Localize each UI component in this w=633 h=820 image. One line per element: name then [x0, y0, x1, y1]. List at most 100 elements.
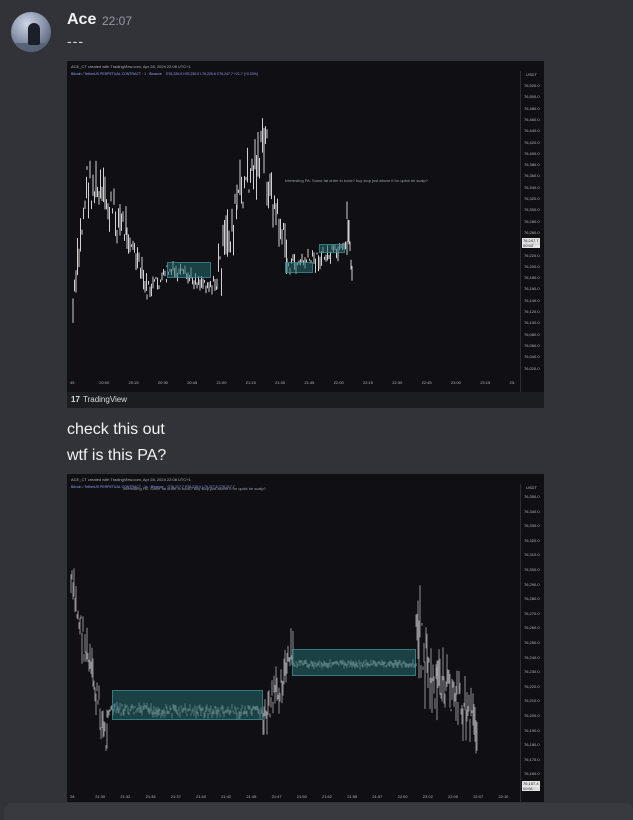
time-tick: 21:57	[372, 794, 383, 799]
price-tick: 76,300.0	[524, 567, 540, 572]
time-tick: 21:42	[221, 794, 232, 799]
message-line: wtf is this PA?	[67, 447, 167, 464]
time-tick: 22:30	[392, 380, 403, 385]
price-tick: 76,300.0	[524, 207, 540, 213]
price-tick: 76,260.0	[524, 229, 540, 235]
price-tick: 76,040.0	[524, 354, 540, 360]
price-tick: 76,140.0	[524, 297, 540, 303]
price-tick: 76,460.0	[524, 116, 540, 122]
tradingview-logo-icon: 17	[71, 395, 80, 404]
price-tick: 76,270.0	[524, 610, 540, 616]
time-tick: 45	[70, 380, 75, 385]
liquidity-zone	[167, 262, 211, 278]
message-timestamp[interactable]: 22:07	[102, 14, 132, 28]
time-tick: 23:00	[450, 380, 461, 385]
time-tick: 22:15	[363, 380, 374, 385]
price-tick: 76,180.0	[524, 742, 540, 748]
time-tick: 21:37	[170, 794, 181, 799]
time-tick: 23:15	[480, 380, 491, 385]
message-text-divider: ---	[67, 33, 84, 49]
price-tick: 76,200.0	[524, 263, 540, 269]
candles-layer	[72, 118, 353, 323]
price-tick: 76,220.0	[524, 252, 540, 258]
time-tick: 22:05	[448, 794, 459, 799]
price-tick: 76,480.0	[524, 105, 540, 111]
time-tick: 21:52	[322, 794, 333, 799]
time-tick: 21:45	[304, 380, 315, 385]
message-line: check this out	[67, 421, 165, 438]
price-tick: 76,280.0	[524, 218, 540, 224]
time-tick: 23:	[509, 380, 516, 385]
time-tick: 21:50	[296, 794, 307, 799]
price-tick: 76,400.0	[524, 150, 540, 156]
time-tick: 22:00	[333, 380, 344, 385]
price-tick: 76,150.0	[524, 786, 540, 791]
time-tick: 20:30	[157, 380, 168, 385]
chart-image-1[interactable]: ACE_CT created with TradingView.com, Apr…	[67, 61, 544, 392]
price-tick: 76,250.0	[524, 640, 540, 645]
liquidity-zone	[112, 690, 263, 720]
time-tick: 21:30	[275, 380, 286, 385]
tradingview-brand: TradingView	[83, 395, 128, 404]
candles-layer	[70, 568, 478, 754]
time-tick: 20:15	[128, 380, 139, 385]
time-tick: 21:45	[246, 794, 257, 799]
chart-annotation: Interesting PA. Some fat order in book? …	[285, 178, 428, 183]
price-tick: 76,100.0	[524, 320, 540, 326]
message-composer[interactable]	[4, 803, 633, 820]
price-tick: 76,280.0	[524, 596, 540, 602]
time-tick: 21:00	[216, 380, 227, 385]
price-tick: 76,320.0	[524, 537, 540, 543]
price-tick: 76,120.0	[524, 309, 540, 314]
liquidity-zone	[285, 262, 313, 273]
time-tick: 22:10	[498, 794, 509, 799]
price-tick: 76,190.0	[524, 727, 540, 733]
price-tick: 76,220.0	[524, 683, 540, 689]
chat-message: Ace 22:07 --- ACE_CT created with Tradin…	[0, 0, 633, 820]
price-tick: 76,380.0	[524, 162, 540, 168]
avatar-figure	[28, 23, 40, 45]
time-tick: 21:15	[245, 380, 256, 385]
time-tick: 28	[70, 794, 75, 799]
user-avatar[interactable]	[11, 12, 51, 52]
price-tick: 76,240.0	[524, 241, 540, 247]
price-tick: 76,320.0	[524, 196, 540, 201]
price-tick: 76,520.0	[524, 83, 540, 88]
chart-image-2[interactable]: ACE_CT created with TradingView.com, Apr…	[67, 474, 544, 802]
time-tick: 21:30	[95, 794, 106, 799]
price-tick: 76,210.0	[524, 698, 540, 704]
price-tick: 76,310.0	[524, 552, 540, 558]
liquidity-zone	[292, 649, 416, 676]
price-tick: 76,200.0	[524, 713, 540, 718]
time-tick: 22:07	[473, 794, 484, 799]
price-tick: 76,330.0	[524, 523, 540, 529]
price-tick: 76,440.0	[524, 128, 540, 134]
price-tick: 76,020.0	[524, 365, 540, 371]
liquidity-zone	[319, 244, 345, 253]
time-tick: 21:35	[145, 794, 156, 799]
price-tick: 76,170.0	[524, 756, 540, 762]
price-tick: 76,240.0	[524, 654, 540, 660]
price-tick: 76,420.0	[524, 139, 540, 145]
price-tick: 76,340.0	[524, 508, 540, 514]
tradingview-footer: 17 TradingView	[67, 392, 544, 408]
time-tick: 21:55	[347, 794, 358, 799]
time-tick: 20:00	[99, 380, 110, 385]
time-tick: 21:32	[120, 794, 131, 799]
price-tick: 76,180.0	[524, 275, 540, 281]
price-tick: 76,260.0	[524, 625, 540, 631]
price-tick: 76,080.0	[524, 331, 540, 337]
price-tick: 76,360.0	[524, 173, 540, 179]
price-tick: 76,350.0	[524, 494, 540, 499]
price-tick: 76,160.0	[524, 771, 540, 777]
price-tick: 76,230.0	[524, 669, 540, 675]
time-tick: 21:47	[271, 794, 282, 799]
time-tick: 22:45	[421, 380, 432, 385]
price-tick: 76,160.0	[524, 286, 540, 292]
time-tick: 21:40	[196, 794, 207, 799]
time-tick: 22:00	[397, 794, 408, 799]
price-tick: 76,290.0	[524, 581, 540, 587]
author-name[interactable]: Ace	[67, 11, 96, 29]
price-tick: 76,500.0	[524, 94, 540, 100]
time-tick: 22:02	[422, 794, 433, 799]
